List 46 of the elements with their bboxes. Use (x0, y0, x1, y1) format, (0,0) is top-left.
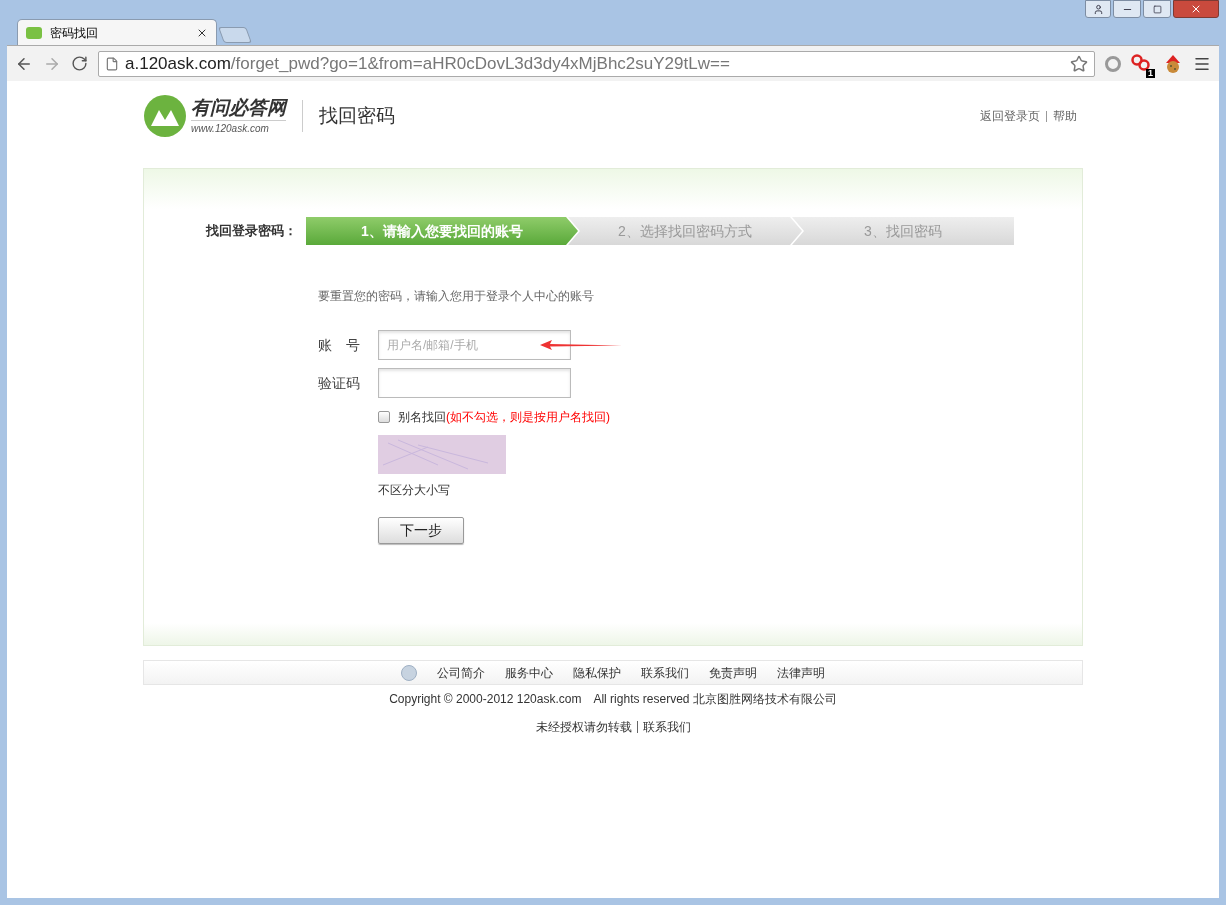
footer-link[interactable]: 服务中心 (505, 663, 553, 682)
field-label: 验证码 (318, 373, 361, 393)
header-link[interactable]: 返回登录页 (980, 107, 1040, 125)
logo-text: 有问必答网 (191, 96, 286, 120)
logo-icon (143, 94, 187, 138)
new-tab-button[interactable] (218, 27, 252, 43)
footer-link[interactable]: 公司简介 (437, 663, 485, 682)
close-button[interactable] (1173, 0, 1219, 18)
footer-link[interactable]: 联系我们 (642, 718, 691, 736)
user-button[interactable] (1085, 0, 1111, 18)
minimize-button[interactable] (1113, 0, 1141, 18)
maximize-button[interactable] (1143, 0, 1171, 18)
footer-link[interactable]: 隐私保护 (573, 663, 621, 682)
alias-label: 别名找回(如不勾选，则是按用户名找回) (398, 409, 610, 426)
next-step-button[interactable]: 下一步 (378, 517, 464, 544)
site-icon (26, 26, 42, 39)
tab-title: 密码找回 (50, 24, 99, 42)
address-bar[interactable]: a.120ask.com/forget_pwd?go=1&from=aHR0cDovL3d3dy4xMjBhc2suY29tLw== (98, 50, 1095, 77)
steps-label: 找回登录密码： (206, 222, 298, 241)
header-link[interactable]: 帮助 (1053, 107, 1077, 125)
star-icon[interactable] (1070, 54, 1088, 73)
page-title: 找回密码 (319, 103, 395, 128)
close-icon (1190, 3, 1202, 15)
alias-checkbox[interactable] (378, 411, 390, 423)
footer-link[interactable]: 免责声明 (709, 663, 757, 682)
footer-link[interactable]: 未经授权请勿转载 (535, 718, 632, 736)
copyright-text: Copyright © 2000-2012 120ask.com (389, 691, 582, 708)
logo-url: www.120ask.com (191, 119, 286, 136)
extension-badge: 1 (1146, 68, 1155, 78)
url-text: a.120ask.com/forget_pwd?go=1&from=aHR0cDovL3d3dy4xMjBhc2suY29tLw== (125, 52, 731, 75)
cookie-icon[interactable] (1163, 53, 1183, 74)
field-label: 账 号 (318, 335, 361, 355)
input-field[interactable]: 用户名/邮箱/手机 (378, 330, 571, 360)
footer-link[interactable]: 法律声明 (777, 663, 825, 682)
maximize-icon (1152, 4, 1162, 14)
extension-icon[interactable] (1131, 53, 1151, 72)
captcha-hint: 不区分大小写 (378, 482, 451, 499)
browser-tab[interactable]: 密码找回 (17, 19, 217, 45)
page-icon (105, 56, 119, 71)
footer-link[interactable]: 联系我们 (641, 663, 689, 682)
info-icon (401, 664, 417, 681)
intro-text: 要重置您的密码，请输入您用于登录个人中心的账号 (318, 288, 595, 305)
rights-text: All rights reserved 北京图胜网络技术有限公司 (593, 691, 837, 708)
user-icon (1092, 3, 1104, 15)
reload-icon[interactable] (71, 55, 88, 72)
input-field[interactable] (378, 368, 571, 398)
